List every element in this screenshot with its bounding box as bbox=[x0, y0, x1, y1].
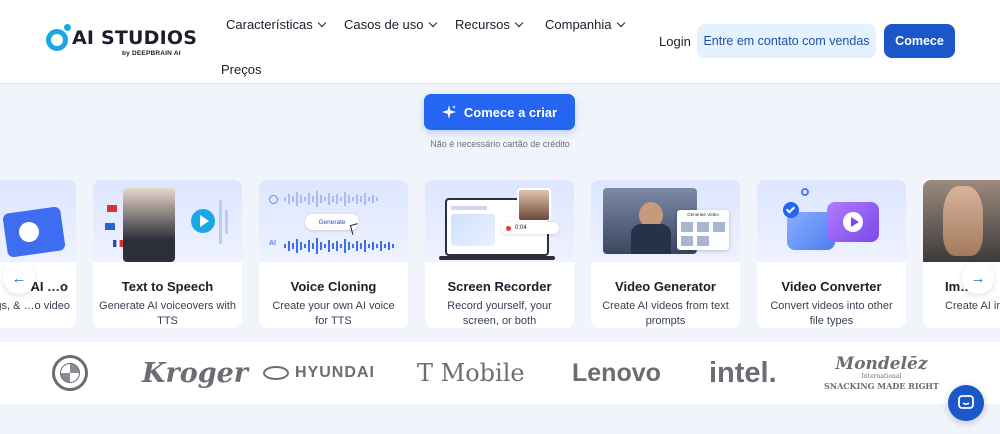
hyundai-wordmark: HYUNDAI bbox=[295, 364, 375, 381]
nav-label: Companhia bbox=[545, 17, 612, 32]
laptop-base bbox=[439, 256, 555, 260]
mondelez-sub: International bbox=[861, 372, 902, 380]
sync-icon bbox=[801, 188, 809, 196]
nav-label: Recursos bbox=[455, 17, 510, 32]
nav-caracteristicas[interactable]: Características bbox=[226, 17, 326, 32]
card-illustration bbox=[93, 180, 242, 262]
card-description: Create AI im… text pr… bbox=[945, 300, 1000, 312]
chevron-down-icon bbox=[317, 18, 326, 28]
start-button[interactable]: Comece bbox=[884, 24, 955, 58]
card-description: Convert videos into other file types bbox=[770, 300, 893, 327]
card-illustration bbox=[757, 180, 906, 262]
waveform-icon bbox=[219, 200, 222, 244]
portrait-image bbox=[943, 186, 983, 256]
user-icon bbox=[269, 195, 278, 204]
no-credit-card-note: Não é necessário cartão de crédito bbox=[430, 139, 570, 149]
recording-time: 0:04 bbox=[515, 225, 527, 231]
play-button-icon bbox=[191, 209, 215, 233]
check-badge-icon bbox=[783, 202, 799, 218]
card-illustration: Generate Video bbox=[591, 180, 740, 262]
carousel-prev-button[interactable]: ← bbox=[3, 262, 35, 294]
start-creating-button[interactable]: Comece a criar bbox=[424, 94, 575, 130]
nav-label: Preços bbox=[221, 62, 262, 77]
chevron-down-icon bbox=[428, 18, 437, 28]
card-description: …cles, blogs, & …o video bbox=[0, 300, 70, 312]
sparkle-icon bbox=[441, 105, 456, 119]
bmw-logo bbox=[52, 342, 88, 404]
feature-card-screen-recorder[interactable]: 0:04 Screen Recorder Record yourself, yo… bbox=[425, 180, 574, 328]
mondelez-wordmark: Mondelēz bbox=[835, 353, 928, 374]
logo-ring-icon bbox=[46, 29, 68, 51]
intel-logo: intel. bbox=[709, 356, 777, 389]
logo-dot-icon bbox=[64, 24, 71, 31]
card-illustration: 0:04 bbox=[425, 180, 574, 262]
card-description: Create your own AI voice for TTS bbox=[272, 300, 395, 327]
card-illustration: Generate AI bbox=[259, 180, 408, 262]
ai-label: AI bbox=[269, 240, 276, 247]
hyundai-emblem-icon bbox=[263, 366, 289, 380]
record-icon bbox=[506, 225, 511, 231]
kroger-logo: Kroger bbox=[142, 357, 248, 389]
feature-card-image-generator[interactable]: Im… Create AI im… text pr… bbox=[923, 180, 1000, 328]
customer-logos: Kroger HYUNDAI T Mobile Lenovo intel. Mo… bbox=[0, 342, 1000, 404]
nav-recursos[interactable]: Recursos bbox=[455, 17, 524, 32]
contact-sales-button[interactable]: Entre em contato com vendas bbox=[697, 24, 876, 58]
cta-label: Comece a criar bbox=[463, 104, 558, 120]
tmobile-logo: T Mobile bbox=[417, 359, 525, 387]
waveform-icon bbox=[225, 210, 228, 234]
nav-companhia[interactable]: Companhia bbox=[545, 17, 625, 32]
site-header: AI STUDIOS by DEEPBRAIN AI Característic… bbox=[0, 0, 1000, 84]
voice-waveform-top bbox=[284, 191, 378, 207]
webcam-overlay bbox=[517, 188, 551, 222]
chevron-down-icon bbox=[616, 18, 625, 28]
nav-label: Características bbox=[226, 17, 313, 32]
cursor-icon bbox=[349, 223, 361, 235]
chat-button[interactable] bbox=[948, 385, 984, 421]
mondelez-logo: Mondelēz International SNACKING MADE RIG… bbox=[824, 342, 939, 404]
recording-toolbar: 0:04 bbox=[501, 222, 559, 234]
flag-icon bbox=[107, 205, 117, 212]
presenter-image bbox=[123, 188, 175, 262]
flag-icon bbox=[113, 240, 123, 247]
login-link[interactable]: Login bbox=[659, 34, 691, 49]
nav-precos[interactable]: Preços bbox=[221, 62, 261, 77]
ai-studios-logo[interactable]: AI STUDIOS by DEEPBRAIN AI bbox=[46, 24, 198, 62]
card-description: Record yourself, your screen, or both bbox=[447, 300, 552, 327]
generate-video-panel: Generate Video bbox=[677, 210, 729, 250]
flag-icon bbox=[105, 223, 115, 230]
card-description: Create AI videos from text prompts bbox=[602, 300, 729, 327]
nav-casos-de-uso[interactable]: Casos de uso bbox=[344, 17, 437, 32]
voice-waveform-bottom bbox=[284, 238, 394, 254]
logo-subtitle: by DEEPBRAIN AI bbox=[122, 50, 181, 57]
chat-bubble-icon bbox=[958, 395, 974, 409]
play-icon bbox=[19, 222, 39, 242]
feature-card-voice-cloning[interactable]: Generate AI Voice Cloning Create your ow… bbox=[259, 180, 408, 328]
card-title: Video Converter bbox=[781, 279, 882, 294]
arrow-left-icon: ← bbox=[11, 269, 27, 287]
arrow-right-icon: → bbox=[970, 269, 986, 287]
video-tile-front bbox=[827, 202, 879, 242]
card-illustration bbox=[923, 180, 1000, 262]
carousel-next-button[interactable]: → bbox=[962, 262, 994, 294]
mondelez-tagline: SNACKING MADE RIGHT bbox=[824, 380, 939, 391]
feature-card-ai-video[interactable]: AI …o …cles, blogs, & …o video bbox=[0, 180, 76, 328]
feature-card-text-to-speech[interactable]: Text to Speech Generate AI voiceovers wi… bbox=[93, 180, 242, 328]
card-description: Generate AI voiceovers with TTS bbox=[99, 300, 236, 327]
nav-label: Casos de uso bbox=[344, 17, 424, 32]
hyundai-logo: HYUNDAI bbox=[263, 342, 375, 404]
card-title: Video Generator bbox=[615, 279, 716, 294]
card-illustration bbox=[0, 180, 76, 262]
card-title: Screen Recorder bbox=[447, 279, 552, 294]
feature-card-video-generator[interactable]: Generate Video Video Generator Create AI… bbox=[591, 180, 740, 328]
feature-carousel: AI …o …cles, blogs, & …o video Text to S… bbox=[0, 180, 1000, 328]
feature-card-video-converter[interactable]: Video Converter Convert videos into othe… bbox=[757, 180, 906, 328]
card-title: Text to Speech bbox=[121, 279, 214, 294]
lenovo-logo: Lenovo bbox=[572, 358, 661, 387]
card-title: Voice Cloning bbox=[290, 279, 377, 294]
chevron-down-icon bbox=[514, 18, 524, 28]
logo-text: AI STUDIOS bbox=[72, 27, 198, 49]
generate-video-label: Generate Video bbox=[687, 212, 719, 217]
